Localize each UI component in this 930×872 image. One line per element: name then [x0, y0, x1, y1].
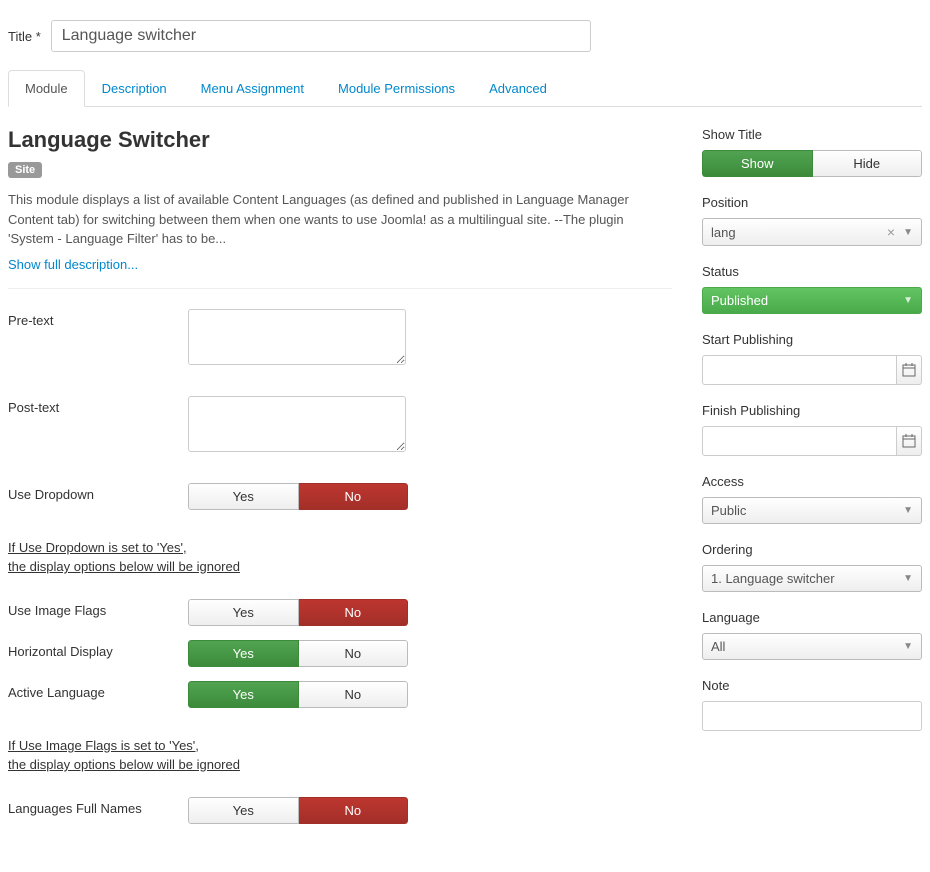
ordering-select[interactable]: 1. Language switcher ▼	[702, 565, 922, 592]
language-select[interactable]: All ▼	[702, 633, 922, 660]
access-label: Access	[702, 474, 922, 489]
start-publishing-calendar-button[interactable]	[897, 355, 922, 385]
use-image-flags-yes[interactable]: Yes	[188, 599, 299, 626]
module-description: This module displays a list of available…	[8, 190, 672, 249]
access-select[interactable]: Public ▼	[702, 497, 922, 524]
tab-menu-assignment[interactable]: Menu Assignment	[184, 70, 321, 107]
active-language-label: Active Language	[8, 681, 188, 708]
active-language-yes[interactable]: Yes	[188, 681, 299, 708]
chevron-down-icon: ▼	[903, 505, 913, 516]
tab-module[interactable]: Module	[8, 70, 85, 107]
show-title-toggle: Show Hide	[702, 150, 922, 177]
divider	[8, 288, 672, 289]
left-column: Language Switcher Site This module displ…	[8, 127, 672, 852]
horizontal-display-toggle: Yes No	[188, 640, 408, 667]
position-select[interactable]: lang × ▼	[702, 218, 922, 246]
show-title-hide[interactable]: Hide	[813, 150, 923, 177]
chevron-down-icon: ▼	[903, 641, 913, 652]
active-language-no[interactable]: No	[299, 681, 409, 708]
access-value: Public	[711, 503, 903, 518]
ordering-label: Ordering	[702, 542, 922, 557]
show-title-show[interactable]: Show	[702, 150, 813, 177]
position-value: lang	[711, 225, 887, 240]
flags-note: If Use Image Flags is set to 'Yes', the …	[8, 736, 672, 775]
posttext-label: Post-text	[8, 396, 188, 455]
full-names-toggle: Yes No	[188, 797, 408, 824]
title-input[interactable]	[51, 20, 591, 52]
show-title-label: Show Title	[702, 127, 922, 142]
calendar-icon	[902, 363, 916, 377]
posttext-textarea[interactable]	[188, 396, 406, 452]
finish-publishing-label: Finish Publishing	[702, 403, 922, 418]
calendar-icon	[902, 434, 916, 448]
tab-advanced[interactable]: Advanced	[472, 70, 564, 107]
tab-description[interactable]: Description	[85, 70, 184, 107]
title-label: Title *	[8, 29, 41, 44]
full-names-yes[interactable]: Yes	[188, 797, 299, 824]
chevron-down-icon: ▼	[903, 573, 913, 584]
finish-publishing-input[interactable]	[702, 426, 897, 456]
use-image-flags-label: Use Image Flags	[8, 599, 188, 626]
full-names-label: Languages Full Names	[8, 797, 188, 824]
full-names-no[interactable]: No	[299, 797, 409, 824]
horizontal-display-yes[interactable]: Yes	[188, 640, 299, 667]
language-label: Language	[702, 610, 922, 625]
tab-module-permissions[interactable]: Module Permissions	[321, 70, 472, 107]
status-select[interactable]: Published ▼	[702, 287, 922, 314]
show-full-description-link[interactable]: Show full description...	[8, 257, 672, 272]
note-label: Note	[702, 678, 922, 693]
use-dropdown-yes[interactable]: Yes	[188, 483, 299, 510]
use-dropdown-label: Use Dropdown	[8, 483, 188, 510]
note-input[interactable]	[702, 701, 922, 731]
finish-publishing-calendar-button[interactable]	[897, 426, 922, 456]
clear-icon[interactable]: ×	[887, 224, 895, 240]
horizontal-display-label: Horizontal Display	[8, 640, 188, 667]
pretext-textarea[interactable]	[188, 309, 406, 365]
horizontal-display-no[interactable]: No	[299, 640, 409, 667]
position-label: Position	[702, 195, 922, 210]
right-column: Show Title Show Hide Position lang × ▼ S…	[702, 127, 922, 852]
use-image-flags-toggle: Yes No	[188, 599, 408, 626]
use-dropdown-no[interactable]: No	[299, 483, 409, 510]
site-badge: Site	[8, 162, 42, 178]
use-dropdown-toggle: Yes No	[188, 483, 408, 510]
status-value: Published	[711, 293, 903, 308]
ordering-value: 1. Language switcher	[711, 571, 903, 586]
language-value: All	[711, 639, 903, 654]
module-heading: Language Switcher	[8, 127, 672, 153]
pretext-label: Pre-text	[8, 309, 188, 368]
status-label: Status	[702, 264, 922, 279]
dropdown-note: If Use Dropdown is set to 'Yes', the dis…	[8, 538, 672, 577]
chevron-down-icon: ▼	[903, 227, 913, 238]
start-publishing-input[interactable]	[702, 355, 897, 385]
active-language-toggle: Yes No	[188, 681, 408, 708]
title-row: Title *	[8, 20, 922, 52]
use-image-flags-no[interactable]: No	[299, 599, 409, 626]
tabs-bar: Module Description Menu Assignment Modul…	[8, 70, 922, 107]
start-publishing-label: Start Publishing	[702, 332, 922, 347]
chevron-down-icon: ▼	[903, 295, 913, 306]
